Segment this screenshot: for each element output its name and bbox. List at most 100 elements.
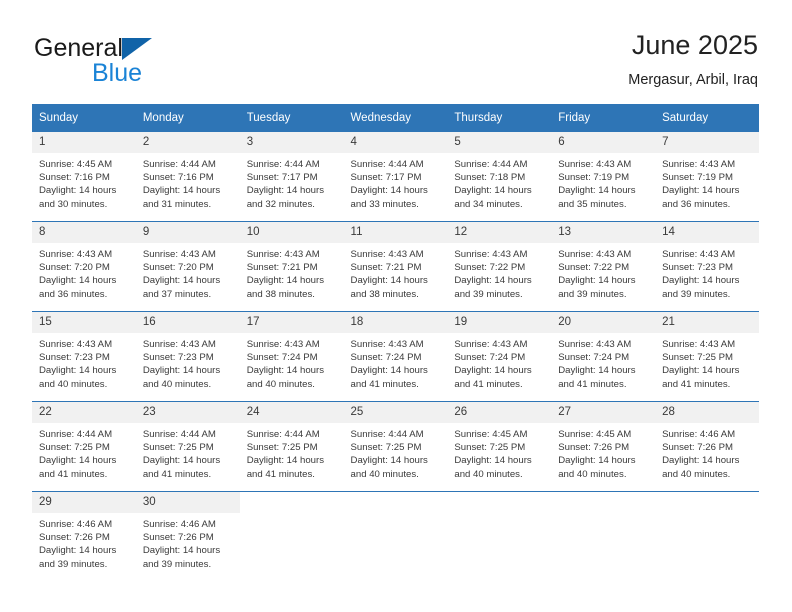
day-info: Sunrise: 4:44 AM Sunset: 7:25 PM Daylight:… [32,423,136,481]
calendar-day-cell[interactable]: 1 Sunrise: 4:45 AM Sunset: 7:16 PM Daylight… [32,132,136,222]
calendar-day-cell[interactable]: 13 Sunrise: 4:43 AM Sunset: 7:22 PM Dayligh… [551,221,656,312]
sunrise-text: Sunrise: 4:46 AM [662,429,736,440]
daylight-text: Daylight: 14 hours and 40 minutes. [39,365,117,390]
daylight-text: Daylight: 14 hours and 40 minutes. [454,455,532,480]
calendar-day-cell[interactable]: 28 Sunrise: 4:46 AM Sunset: 7:26 PM Dayligh… [655,401,759,492]
day-info: Sunrise: 4:45 AM Sunset: 7:25 PM Daylight:… [447,423,551,481]
day-cell-inner: 29 Sunrise: 4:46 AM Sunset: 7:26 PM Dayligh… [32,492,136,578]
calendar-day-cell[interactable]: 10 Sunrise: 4:43 AM Sunset: 7:21 PM Dayligh… [239,221,344,312]
day-number: 11 [343,222,448,243]
sunset-text: Sunset: 7:23 PM [142,352,214,364]
calendar-table: Sunday Monday Tuesday Wednesday Thursday… [32,104,759,578]
day-cell-inner: 3 Sunrise: 4:44 AM Sunset: 7:17 PM Daylight… [239,132,344,221]
day-cell-inner [343,492,448,578]
daylight-text: Daylight: 14 hours and 36 minutes. [39,275,117,300]
daylight-text: Daylight: 14 hours and 41 minutes. [662,365,740,390]
daylight-text: Daylight: 14 hours and 40 minutes. [662,455,740,480]
brand-logo[interactable]: General Blue [34,34,264,90]
daylight-text: Daylight: 14 hours and 41 minutes. [350,365,428,390]
daylight-text: Daylight: 14 hours and 32 minutes. [246,185,325,210]
calendar-day-cell[interactable]: 6 Sunrise: 4:43 AM Sunset: 7:19 PM Daylight… [551,132,656,222]
sunrise-text: Sunrise: 4:44 AM [246,429,320,440]
sunrise-text: Sunrise: 4:46 AM [142,519,216,530]
day-info: Sunrise: 4:43 AM Sunset: 7:23 PM Daylight:… [32,333,136,391]
day-cell-inner: 24 Sunrise: 4:44 AM Sunset: 7:25 PM Dayligh… [239,402,344,491]
day-number: 13 [551,222,656,243]
day-info: Sunrise: 4:46 AM Sunset: 7:26 PM Daylight:… [655,423,759,481]
calendar-day-cell[interactable]: 16 Sunrise: 4:43 AM Sunset: 7:23 PM Dayligh… [135,311,240,402]
calendar-day-cell[interactable]: 7 Sunrise: 4:43 AM Sunset: 7:19 PM Daylight… [655,132,759,222]
sunset-text: Sunset: 7:24 PM [246,352,318,364]
calendar-week-row: 1 Sunrise: 4:45 AM Sunset: 7:16 PM Daylight… [32,132,759,222]
sunset-text: Sunset: 7:20 PM [39,262,110,274]
calendar-day-cell[interactable]: 29 Sunrise: 4:46 AM Sunset: 7:26 PM Dayligh… [32,491,136,578]
triangle-logo-icon [122,38,152,60]
calendar-day-cell[interactable]: 24 Sunrise: 4:44 AM Sunset: 7:25 PM Dayligh… [239,401,344,492]
calendar-day-cell[interactable]: 19 Sunrise: 4:43 AM Sunset: 7:24 PM Dayligh… [447,311,552,402]
day-number: 26 [447,402,552,423]
day-info: Sunrise: 4:44 AM Sunset: 7:17 PM Daylight:… [240,153,344,211]
calendar-day-cell [551,491,656,578]
sunset-text: Sunset: 7:24 PM [350,352,422,364]
calendar-day-cell[interactable]: 26 Sunrise: 4:45 AM Sunset: 7:25 PM Dayligh… [447,401,552,492]
day-number: 7 [655,132,759,153]
sunrise-text: Sunrise: 4:43 AM [662,249,736,260]
calendar-day-cell[interactable]: 8 Sunrise: 4:43 AM Sunset: 7:20 PM Daylight… [32,221,136,312]
day-number: 20 [551,312,656,333]
calendar-day-cell[interactable]: 2 Sunrise: 4:44 AM Sunset: 7:16 PM Daylight… [135,132,240,222]
day-info: Sunrise: 4:43 AM Sunset: 7:24 PM Daylight:… [240,333,344,391]
sunset-text: Sunset: 7:26 PM [39,532,110,544]
calendar-day-cell[interactable]: 11 Sunrise: 4:43 AM Sunset: 7:21 PM Dayligh… [343,221,448,312]
day-info [655,513,759,518]
sunrise-text: Sunrise: 4:43 AM [662,339,736,350]
calendar-day-cell[interactable]: 30 Sunrise: 4:46 AM Sunset: 7:26 PM Dayligh… [135,491,240,578]
day-info: Sunrise: 4:43 AM Sunset: 7:22 PM Daylight:… [551,243,655,301]
weekday-header-wednesday: Wednesday [343,104,448,132]
calendar-day-cell[interactable]: 22 Sunrise: 4:44 AM Sunset: 7:25 PM Dayligh… [32,401,136,492]
daylight-text: Daylight: 14 hours and 39 minutes. [454,275,532,300]
daylight-text: Daylight: 14 hours and 41 minutes. [39,455,117,480]
day-number: 23 [135,402,240,423]
calendar-day-cell[interactable]: 21 Sunrise: 4:43 AM Sunset: 7:25 PM Dayligh… [655,311,759,402]
calendar-day-cell[interactable]: 23 Sunrise: 4:44 AM Sunset: 7:25 PM Dayligh… [135,401,240,492]
calendar-day-cell[interactable]: 3 Sunrise: 4:44 AM Sunset: 7:17 PM Daylight… [239,132,344,222]
page-subtitle: Mergasur, Arbil, Iraq [628,72,758,88]
calendar-day-cell[interactable]: 18 Sunrise: 4:43 AM Sunset: 7:24 PM Dayligh… [343,311,448,402]
day-cell-inner: 17 Sunrise: 4:43 AM Sunset: 7:24 PM Dayligh… [239,312,344,401]
sunset-text: Sunset: 7:17 PM [350,172,422,184]
calendar-week-row: 29 Sunrise: 4:46 AM Sunset: 7:26 PM Dayligh… [32,491,759,578]
calendar-day-cell[interactable]: 4 Sunrise: 4:44 AM Sunset: 7:17 PM Daylight… [343,132,448,222]
day-info: Sunrise: 4:43 AM Sunset: 7:19 PM Daylight:… [655,153,759,211]
day-info: Sunrise: 4:44 AM Sunset: 7:16 PM Daylight:… [136,153,240,211]
day-number: 16 [135,312,240,333]
sunrise-text: Sunrise: 4:46 AM [39,519,113,530]
day-info: Sunrise: 4:46 AM Sunset: 7:26 PM Daylight:… [32,513,136,571]
calendar-day-cell[interactable]: 5 Sunrise: 4:44 AM Sunset: 7:18 PM Daylight… [447,132,552,222]
sunset-text: Sunset: 7:18 PM [454,172,526,184]
sunrise-text: Sunrise: 4:43 AM [39,339,113,350]
sunrise-text: Sunrise: 4:43 AM [454,339,528,350]
day-cell-inner [655,492,759,578]
day-number: 24 [239,402,344,423]
day-number: 17 [239,312,344,333]
sunset-text: Sunset: 7:23 PM [662,262,733,274]
day-cell-inner: 20 Sunrise: 4:43 AM Sunset: 7:24 PM Dayligh… [551,312,656,401]
calendar-day-cell[interactable]: 9 Sunrise: 4:43 AM Sunset: 7:20 PM Daylight… [135,221,240,312]
calendar-day-cell[interactable]: 25 Sunrise: 4:44 AM Sunset: 7:25 PM Dayligh… [343,401,448,492]
sunset-text: Sunset: 7:19 PM [662,172,733,184]
calendar-day-cell[interactable]: 20 Sunrise: 4:43 AM Sunset: 7:24 PM Dayligh… [551,311,656,402]
day-info: Sunrise: 4:44 AM Sunset: 7:25 PM Daylight:… [240,423,344,481]
day-number: 19 [447,312,552,333]
daylight-text: Daylight: 14 hours and 40 minutes. [350,455,428,480]
day-number [343,492,448,513]
calendar-day-cell[interactable]: 14 Sunrise: 4:43 AM Sunset: 7:23 PM Dayligh… [655,221,759,312]
calendar-day-cell[interactable]: 15 Sunrise: 4:43 AM Sunset: 7:23 PM Dayligh… [32,311,136,402]
day-info [344,513,448,518]
day-cell-inner: 4 Sunrise: 4:44 AM Sunset: 7:17 PM Daylight… [343,132,448,221]
day-number: 18 [343,312,448,333]
calendar-day-cell[interactable]: 27 Sunrise: 4:45 AM Sunset: 7:26 PM Dayligh… [551,401,656,492]
calendar-day-cell[interactable]: 17 Sunrise: 4:43 AM Sunset: 7:24 PM Dayligh… [239,311,344,402]
day-number: 5 [447,132,552,153]
day-cell-inner: 5 Sunrise: 4:44 AM Sunset: 7:18 PM Daylight… [447,132,552,221]
calendar-day-cell[interactable]: 12 Sunrise: 4:43 AM Sunset: 7:22 PM Dayligh… [447,221,552,312]
